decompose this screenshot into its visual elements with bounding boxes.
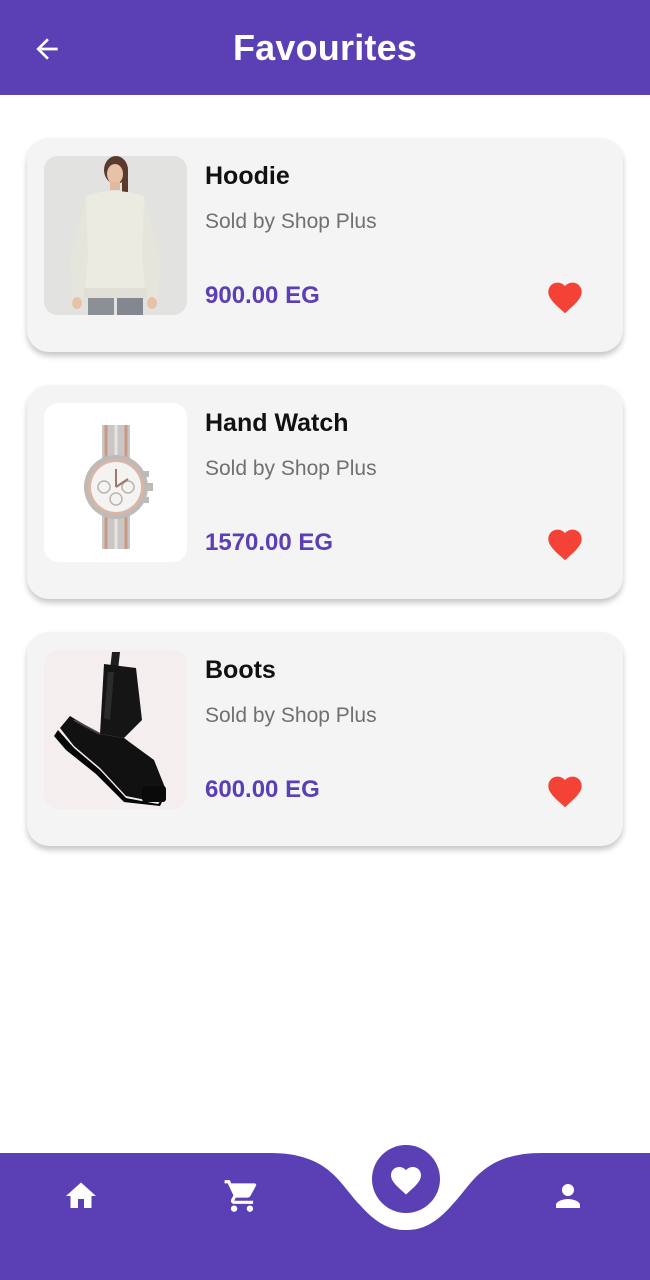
home-icon xyxy=(66,1182,96,1208)
heart-icon xyxy=(548,776,582,808)
arrow-back-icon xyxy=(36,38,58,60)
product-name: Boots xyxy=(205,656,276,684)
product-name: Hand Watch xyxy=(205,409,349,437)
favourite-item-card[interactable]: Hand Watch Sold by Shop Plus 1570.00 EG xyxy=(27,385,623,599)
page-title: Favourites xyxy=(232,26,418,68)
app-bar: Favourites xyxy=(0,0,650,95)
favourites-list: Hoodie Sold by Shop Plus 900.00 EG Hand … xyxy=(27,138,623,879)
heart-icon xyxy=(391,1167,421,1195)
nav-favourites-button[interactable] xyxy=(372,1145,440,1213)
back-button[interactable] xyxy=(22,24,72,74)
product-price: 600.00 EG xyxy=(205,776,320,803)
product-price: 1570.00 EG xyxy=(205,529,334,556)
product-image-boots xyxy=(44,650,187,809)
person-icon xyxy=(556,1184,580,1208)
favourite-item-card[interactable]: Hoodie Sold by Shop Plus 900.00 EG xyxy=(27,138,623,352)
nav-cart-button[interactable] xyxy=(212,1166,272,1226)
product-image-hoodie xyxy=(44,156,187,315)
remove-favourite-button[interactable] xyxy=(544,770,586,810)
product-seller: Sold by Shop Plus xyxy=(205,457,377,480)
heart-icon xyxy=(548,282,582,314)
nav-home-button[interactable] xyxy=(51,1166,111,1226)
heart-icon xyxy=(548,529,582,561)
favourites-screen: Favourites Hoodie Sold by Shop Plus 900.… xyxy=(0,0,650,1280)
nav-profile-button[interactable] xyxy=(538,1166,598,1226)
remove-favourite-button[interactable] xyxy=(544,523,586,563)
product-name: Hoodie xyxy=(205,162,290,190)
product-price: 900.00 EG xyxy=(205,282,320,309)
product-image-watch xyxy=(44,403,187,562)
product-seller: Sold by Shop Plus xyxy=(205,704,377,727)
bottom-navigation-bar xyxy=(0,1140,650,1280)
favourite-item-card[interactable]: Boots Sold by Shop Plus 600.00 EG xyxy=(27,632,623,846)
remove-favourite-button[interactable] xyxy=(544,276,586,316)
product-seller: Sold by Shop Plus xyxy=(205,210,377,233)
cart-icon xyxy=(224,1180,257,1212)
